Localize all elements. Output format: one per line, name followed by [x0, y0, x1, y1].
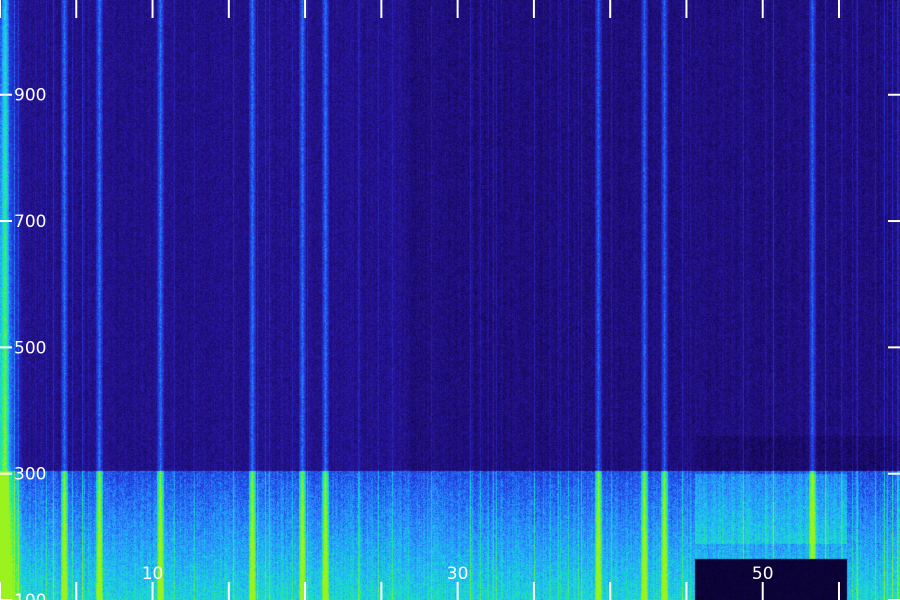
- y-tick-label-100: 100: [14, 591, 46, 600]
- y-tick-label-900: 900: [14, 86, 46, 106]
- y-tick-label-500: 500: [14, 338, 46, 358]
- x-tick-label-30: 30: [447, 564, 469, 584]
- y-tick-label-300: 300: [14, 465, 46, 485]
- spectrogram-svg: 10 30 50 100 300 500 700 900: [0, 0, 900, 600]
- x-tick-label-50: 50: [752, 564, 774, 584]
- x-tick-label-10: 10: [142, 564, 164, 584]
- spectrogram-chart: 10 30 50 100 300 500 700 900: [0, 0, 900, 600]
- y-tick-label-700: 700: [14, 212, 46, 232]
- spectrogram-heatmap: [0, 0, 900, 600]
